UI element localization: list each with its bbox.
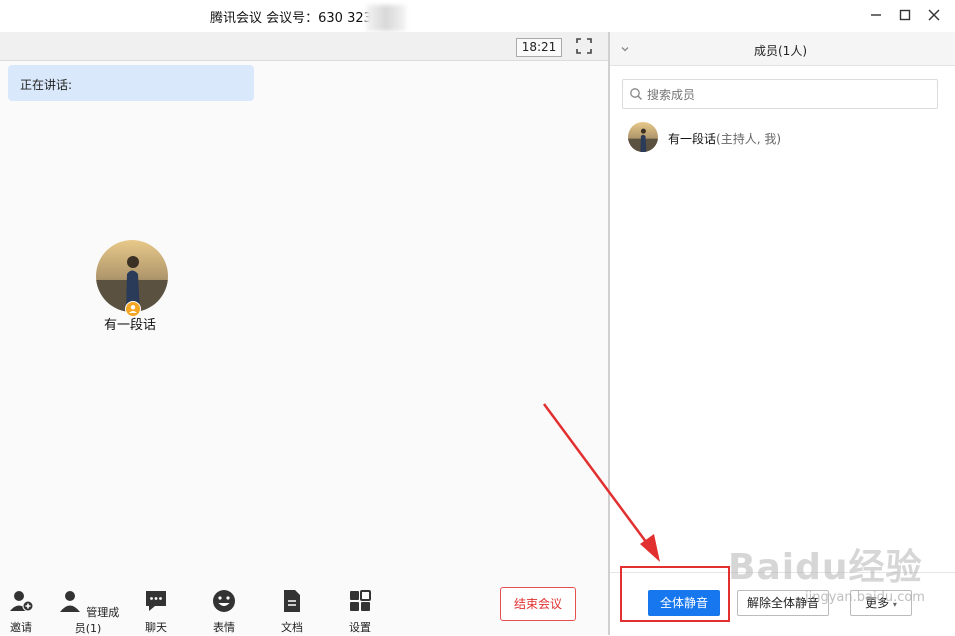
close-button[interactable] bbox=[922, 4, 946, 26]
manage-members-button[interactable]: 管理成员(1) bbox=[56, 588, 120, 636]
search-icon bbox=[630, 88, 642, 100]
member-avatar bbox=[628, 122, 658, 152]
minimize-icon bbox=[871, 14, 881, 16]
members-icon bbox=[59, 591, 80, 612]
member-role: (主持人, 我) bbox=[716, 132, 782, 146]
title-bar: 腾讯会议 会议号：630 323 bbox=[0, 0, 955, 32]
member-name-line: 有一段话(主持人, 我) bbox=[668, 130, 781, 147]
window-title: 腾讯会议 会议号：630 323 bbox=[210, 11, 372, 26]
blurred-region bbox=[366, 5, 406, 31]
maximize-icon bbox=[899, 9, 911, 21]
member-search-input[interactable] bbox=[645, 84, 929, 106]
member-avatar-photo bbox=[628, 122, 658, 152]
invite-icon bbox=[10, 591, 34, 612]
minimize-button[interactable] bbox=[864, 4, 888, 26]
document-icon bbox=[284, 590, 300, 612]
settings-label: 设置 bbox=[349, 621, 371, 634]
members-header: 成员(1人) bbox=[610, 32, 955, 66]
emoji-icon bbox=[213, 590, 235, 612]
chat-icon bbox=[146, 591, 166, 611]
video-pane: 18:21 正在讲话: bbox=[0, 32, 608, 635]
watermark-url: jingyan.baidu.com bbox=[805, 590, 925, 605]
fullscreen-button[interactable] bbox=[576, 38, 592, 54]
invite-button[interactable]: 邀请 bbox=[6, 588, 36, 635]
invite-label: 邀请 bbox=[10, 621, 32, 634]
document-label: 文档 bbox=[281, 621, 303, 634]
video-top-strip: 18:21 bbox=[0, 32, 608, 61]
annotation-highlight-box bbox=[620, 566, 730, 622]
chat-button[interactable]: 聊天 bbox=[141, 588, 171, 635]
settings-icon bbox=[350, 590, 371, 611]
member-search-box[interactable] bbox=[622, 79, 938, 109]
meeting-toolbar: 邀请 管理成员(1) 聊天 表情 文档 设置 结束会议 bbox=[0, 580, 608, 635]
emoji-label: 表情 bbox=[213, 621, 235, 634]
member-name: 有一段话 bbox=[668, 132, 717, 146]
document-button[interactable]: 文档 bbox=[277, 588, 307, 635]
chevron-down-icon[interactable] bbox=[620, 44, 630, 54]
fullscreen-icon bbox=[576, 38, 592, 54]
meeting-clock: 18:21 bbox=[516, 38, 562, 57]
participant-name: 有一段话 bbox=[104, 318, 157, 333]
speaking-label: 正在讲话: bbox=[20, 78, 73, 92]
maximize-button[interactable] bbox=[893, 4, 917, 26]
end-meeting-button[interactable]: 结束会议 bbox=[500, 587, 576, 621]
chat-label: 聊天 bbox=[145, 621, 167, 634]
settings-button[interactable]: 设置 bbox=[345, 588, 375, 635]
speaking-indicator: 正在讲话: bbox=[8, 65, 254, 101]
members-title: 成员(1人) bbox=[754, 44, 807, 58]
close-icon bbox=[928, 9, 940, 21]
member-list-item[interactable]: 有一段话(主持人, 我) bbox=[628, 122, 938, 154]
annotation-arrow bbox=[542, 403, 660, 562]
emoji-button[interactable]: 表情 bbox=[209, 588, 239, 635]
watermark-logo: Baidu经验 bbox=[728, 547, 923, 588]
